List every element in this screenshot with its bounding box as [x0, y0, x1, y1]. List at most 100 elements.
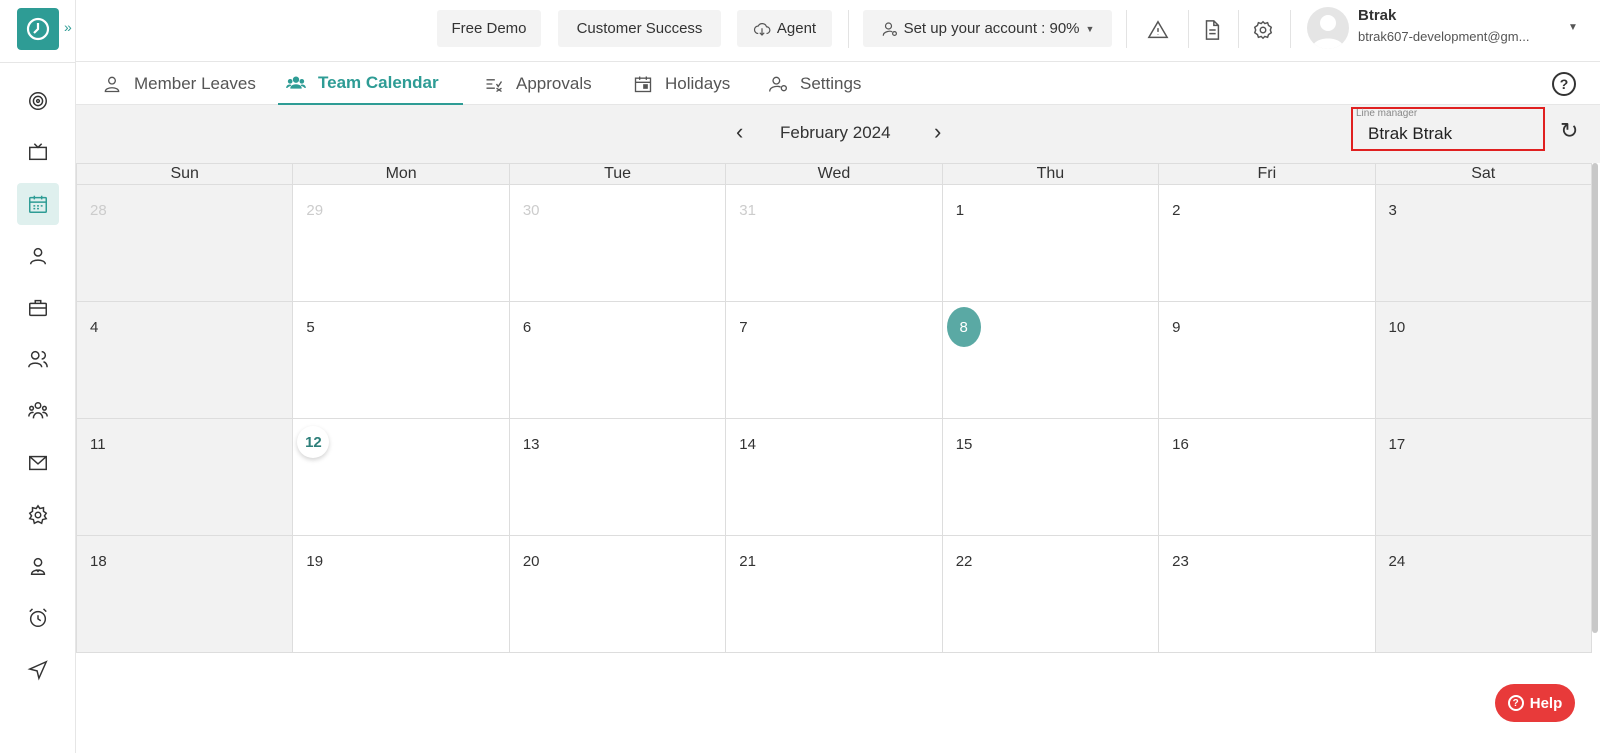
settings-button[interactable] [1247, 14, 1279, 46]
agent-button[interactable]: Agent [737, 10, 832, 47]
user-settings-icon [769, 76, 787, 92]
calendar-day-cell[interactable]: 28 [76, 185, 294, 301]
tab-approvals[interactable]: Approvals [484, 62, 592, 105]
tab-label: Approvals [516, 73, 592, 93]
sidebar-divider [0, 62, 76, 63]
calendar-day-cell[interactable]: 24 [1375, 536, 1592, 652]
calendar-day-cell[interactable]: 18 [76, 536, 294, 652]
day-number: 30 [522, 202, 540, 219]
calendar-day-cell[interactable]: 23 [1159, 536, 1376, 652]
divider [1290, 10, 1291, 48]
briefcase-icon [29, 299, 47, 317]
tab-settings[interactable]: Settings [768, 62, 861, 105]
calendar-day-cell[interactable]: 16 [1159, 419, 1376, 535]
avatar[interactable] [1307, 7, 1349, 49]
user-name: Btrak [1358, 7, 1397, 24]
calendar-day-cell[interactable]: 11 [76, 419, 294, 535]
line-manager-select[interactable]: Line manager Btrak Btrak [1351, 107, 1545, 151]
calendar-day-cell[interactable]: 14 [726, 419, 943, 535]
calendar-day-cell[interactable]: 19 [293, 536, 510, 652]
refresh-icon[interactable]: ↻ [1560, 118, 1578, 144]
sidebar-item-users[interactable] [17, 338, 59, 380]
day-number: 3 [1388, 202, 1397, 219]
calendar-day-cell[interactable]: 22 [942, 536, 1160, 652]
customer-success-button[interactable]: Customer Success [558, 10, 721, 47]
setup-account-dropdown[interactable]: Set up your account : 90% ▼ [863, 10, 1112, 47]
alert-button[interactable] [1142, 14, 1174, 46]
prev-month-chevron-left-icon[interactable]: ‹ [736, 119, 743, 145]
month-label: February 2024 [780, 123, 891, 142]
day-number: 6 [522, 319, 532, 336]
tab-label: Holidays [665, 73, 731, 93]
day-number: 22 [955, 553, 973, 570]
calendar-day-cell[interactable]: 9 [1159, 302, 1376, 418]
send-icon [27, 660, 48, 681]
calendar-day-cell[interactable]: 17 [1375, 419, 1592, 535]
calendar-day-cell[interactable]: 15 [942, 419, 1160, 535]
sidebar-item-tv[interactable] [17, 131, 59, 173]
user-menu-caret-icon[interactable]: ▼ [1568, 22, 1578, 33]
sidebar-item-profile[interactable] [17, 235, 59, 277]
calendar-day-cell[interactable]: 30 [509, 185, 727, 301]
help-circle-icon: ? [1507, 695, 1524, 711]
day-number: 17 [1388, 436, 1406, 453]
help-button[interactable]: ? Help [1495, 684, 1575, 722]
calendar-day-cell[interactable]: 21 [726, 536, 943, 652]
calendar-day-cell[interactable]: 5 [293, 302, 510, 418]
calendar-day-cell[interactable]: 1 [942, 185, 1160, 301]
calendar-day-cell[interactable]: 2 [1159, 185, 1376, 301]
tab-label: Settings [800, 73, 862, 93]
day-of-week: Thu [943, 164, 1160, 184]
calendar-icon [29, 195, 47, 213]
team-icon [28, 402, 48, 419]
calendar-grid: Sun Mon Tue Wed Thu Fri Sat 28 29 30 31 1 2 3 4… [76, 163, 1592, 653]
tab-team-calendar[interactable]: Team Calendar [278, 62, 463, 105]
tab-member-leaves[interactable]: Member Leaves [102, 62, 256, 105]
gear-icon [1253, 20, 1273, 40]
day-number: 29 [306, 202, 324, 219]
calendar-day-cell[interactable]: 31 [726, 185, 943, 301]
document-button[interactable] [1196, 14, 1228, 46]
day-number: 23 [1172, 553, 1189, 570]
day-number: 21 [739, 553, 756, 570]
day-number: 15 [955, 436, 973, 453]
alarm-icon [29, 608, 47, 627]
tab-holidays[interactable]: Holidays [633, 62, 730, 105]
day-number: 14 [739, 436, 756, 453]
calendar-day-cell[interactable]: 20 [509, 536, 727, 652]
calendar-day-cell[interactable]: 6 [509, 302, 727, 418]
help-label: Help [1529, 694, 1563, 712]
sidebar-item-work[interactable] [17, 287, 59, 329]
calendar-day-cell[interactable]: 3 [1375, 185, 1592, 301]
sidebar-item-dashboard[interactable] [17, 80, 59, 122]
sidebar-item-mail[interactable] [17, 442, 59, 484]
top-bar: Free Demo Customer Success Agent Set up … [76, 0, 1600, 62]
users-icon [28, 350, 48, 368]
calendar-day-cell[interactable]: 7 [726, 302, 943, 418]
calendar-day-cell[interactable]: 13 [509, 419, 727, 535]
sidebar-item-send[interactable] [17, 649, 59, 691]
sidebar-item-team[interactable] [17, 390, 59, 432]
calendar-day-cell[interactable]: 29 [293, 185, 510, 301]
approvals-icon [486, 78, 503, 92]
expand-sidebar-icon[interactable]: » [64, 19, 72, 35]
day-number: 10 [1388, 319, 1406, 336]
user-setup-icon [882, 21, 897, 36]
free-demo-button[interactable]: Free Demo [437, 10, 541, 47]
help-question-icon[interactable]: ? [1552, 72, 1576, 96]
app-logo[interactable] [17, 8, 59, 50]
sidebar-item-calendar[interactable] [17, 183, 59, 225]
user-icon [29, 247, 47, 265]
sidebar-item-settings[interactable] [17, 494, 59, 536]
calendar-day-cell[interactable]: 8 [942, 302, 1160, 418]
sidebar-item-badge[interactable] [17, 545, 59, 587]
calendar-day-cell[interactable]: 4 [76, 302, 294, 418]
calendar-day-cell[interactable]: 10 [1375, 302, 1592, 418]
day-number: 13 [522, 436, 540, 453]
scrollbar[interactable] [1592, 163, 1598, 633]
calendar-day-cell[interactable]: 12 [293, 419, 510, 535]
sidebar-item-alarm[interactable] [17, 597, 59, 639]
tab-bar: Member Leaves Team Calendar Approvals Ho… [76, 62, 1600, 105]
team-icon [286, 76, 306, 89]
next-month-chevron-right-icon[interactable]: › [934, 119, 941, 145]
